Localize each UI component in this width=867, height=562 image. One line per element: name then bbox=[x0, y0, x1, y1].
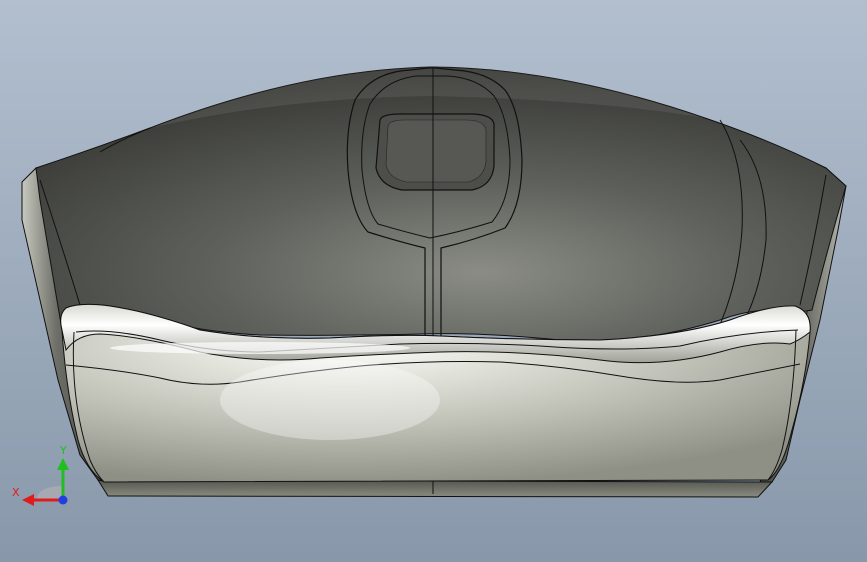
x-axis-label: X bbox=[12, 486, 20, 499]
rim-specular-highlight bbox=[110, 342, 410, 354]
y-axis-label: Y bbox=[59, 444, 67, 457]
skirt-specular-highlight bbox=[220, 360, 440, 440]
triad-xz-plane bbox=[36, 486, 63, 500]
mouse-base-plate bbox=[97, 479, 774, 498]
axis-triad: Y X bbox=[12, 444, 69, 506]
cad-viewport[interactable]: Y X bbox=[0, 0, 867, 562]
scroll-wheel-window-inner bbox=[385, 119, 487, 183]
z-axis-dot bbox=[58, 495, 68, 505]
y-axis-arrowhead bbox=[57, 458, 69, 470]
x-axis-arrowhead bbox=[22, 494, 34, 506]
model-view[interactable] bbox=[0, 0, 867, 562]
